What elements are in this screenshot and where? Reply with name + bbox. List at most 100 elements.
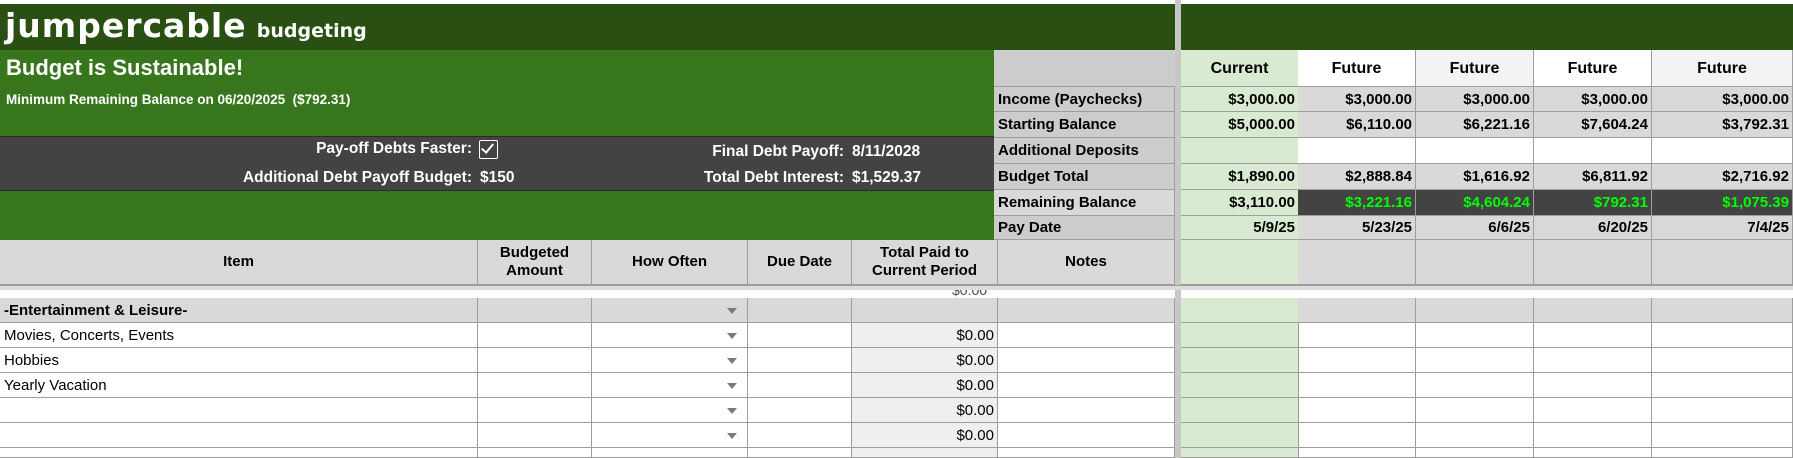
extra-budget-value[interactable]: $150 [480,169,514,187]
period-date-cell: 5/9/25 [1181,216,1299,240]
period-start-cell: $6,221.16 [1416,112,1534,138]
period-column-header-blank [1416,240,1534,285]
column-header[interactable]: Total Paid to Current Period [852,240,998,285]
period-row-cell [1416,348,1534,373]
budgeted-amount-cell[interactable] [478,398,592,423]
period-total-cell: $2,716.92 [1652,164,1793,190]
period-row-cell [1181,323,1299,348]
period-total-cell: $1,890.00 [1181,164,1299,190]
summary-label-header [994,50,1175,87]
period-row-cell [1298,348,1416,373]
period-date-cell: 7/4/25 [1652,216,1793,240]
due-date-partial[interactable] [748,448,852,458]
column-header[interactable]: How Often [592,240,748,285]
chevron-down-icon[interactable] [727,408,737,414]
period-row-partial [1298,448,1416,458]
period-remaining-cell: $1,075.39 [1652,190,1793,216]
period-row-cell [1181,348,1299,373]
notes-cell[interactable] [998,398,1175,423]
due-date-cell[interactable] [748,423,852,448]
period-date-cell: 6/20/25 [1534,216,1652,240]
period-start-cell: $5,000.00 [1181,112,1299,138]
due-date-cell[interactable] [748,348,852,373]
due-date-cell[interactable] [748,398,852,423]
period-row-cell [1298,373,1416,398]
due-date-cell[interactable] [748,373,852,398]
period-row-cell [1652,373,1793,398]
min-balance-text: Minimum Remaining Balance on 06/20/2025 [6,92,286,107]
period-category-cell [1298,298,1416,323]
summary-row-label: Income (Paychecks) [994,87,1175,112]
notes-cell[interactable] [998,348,1175,373]
summary-row-label: Additional Deposits [994,138,1175,164]
item-cell[interactable]: Movies, Concerts, Events [0,323,478,348]
period-income-cell: $3,000.00 [1534,87,1652,112]
chevron-down-icon[interactable] [727,383,737,389]
period-total-cell: $6,811.92 [1534,164,1652,190]
category-row-cell [998,298,1175,323]
chevron-down-icon[interactable] [727,433,737,439]
period-column-header-blank [1298,240,1416,285]
item-cell[interactable] [0,423,478,448]
chevron-down-icon[interactable] [727,333,737,339]
notes-partial[interactable] [998,448,1175,458]
notes-cell[interactable] [998,323,1175,348]
how-often-select[interactable] [592,423,748,448]
period-row-cell [1534,348,1652,373]
period-date-cell: 5/23/25 [1298,216,1416,240]
period-header: Future [1416,50,1534,87]
budgeted-amount-cell[interactable] [478,348,592,373]
status-panel-bottom [0,190,994,240]
period-row-cell [1298,398,1416,423]
summary-row-label: Remaining Balance [994,190,1175,216]
notes-cell[interactable] [998,423,1175,448]
period-row-cell [1416,323,1534,348]
how-often-select[interactable] [592,348,748,373]
period-category-cell [1534,298,1652,323]
period-deposits-cell[interactable] [1534,138,1652,164]
period-row-partial [1181,448,1299,458]
period-deposits-cell[interactable] [1652,138,1793,164]
period-deposits-cell[interactable] [1416,138,1534,164]
period-income-cell: $3,000.00 [1416,87,1534,112]
budgeted-amount-cell[interactable] [478,423,592,448]
due-date-cell[interactable] [748,323,852,348]
period-income-cell: $3,000.00 [1298,87,1416,112]
item-cell[interactable]: Hobbies [0,348,478,373]
payoff-faster-checkbox[interactable] [479,140,498,159]
item-cell[interactable]: Yearly Vacation [0,373,478,398]
notes-cell[interactable] [998,373,1175,398]
column-header[interactable]: Notes [998,240,1175,285]
partial-value-top: $0.00 [952,290,988,298]
how-often-select[interactable] [592,373,748,398]
column-header[interactable]: Item [0,240,478,285]
how-often-select[interactable] [592,323,748,348]
budgeted-amount-cell[interactable] [478,323,592,348]
chevron-down-icon[interactable] [727,358,737,364]
period-column-header-blank [1652,240,1793,285]
period-deposits-cell[interactable] [1298,138,1416,164]
period-remaining-cell: $3,110.00 [1181,190,1299,216]
min-balance-value: ($792.31) [292,92,351,107]
column-header[interactable]: Budgeted Amount [478,240,592,285]
item-cell-partial[interactable] [0,448,478,458]
period-deposits-cell[interactable] [1181,138,1299,164]
period-header: Future [1534,50,1652,87]
category-row-cell[interactable] [592,298,748,323]
final-payoff-label: Final Debt Payoff: [712,143,844,160]
final-payoff-value: 8/11/2028 [852,143,921,160]
budgeted-amount-partial[interactable] [478,448,592,458]
period-remaining-cell: $4,604.24 [1416,190,1534,216]
budgeted-amount-cell[interactable] [478,373,592,398]
column-header[interactable]: Due Date [748,240,852,285]
how-often-partial[interactable] [592,448,748,458]
total-paid-partial [852,448,998,458]
how-often-select[interactable] [592,398,748,423]
right-banner [1181,4,1793,50]
item-cell[interactable] [0,398,478,423]
period-row-partial [1652,448,1793,458]
chevron-down-icon[interactable] [727,308,737,314]
period-row-cell [1534,398,1652,423]
period-category-cell [1416,298,1534,323]
period-category-cell [1181,298,1299,323]
